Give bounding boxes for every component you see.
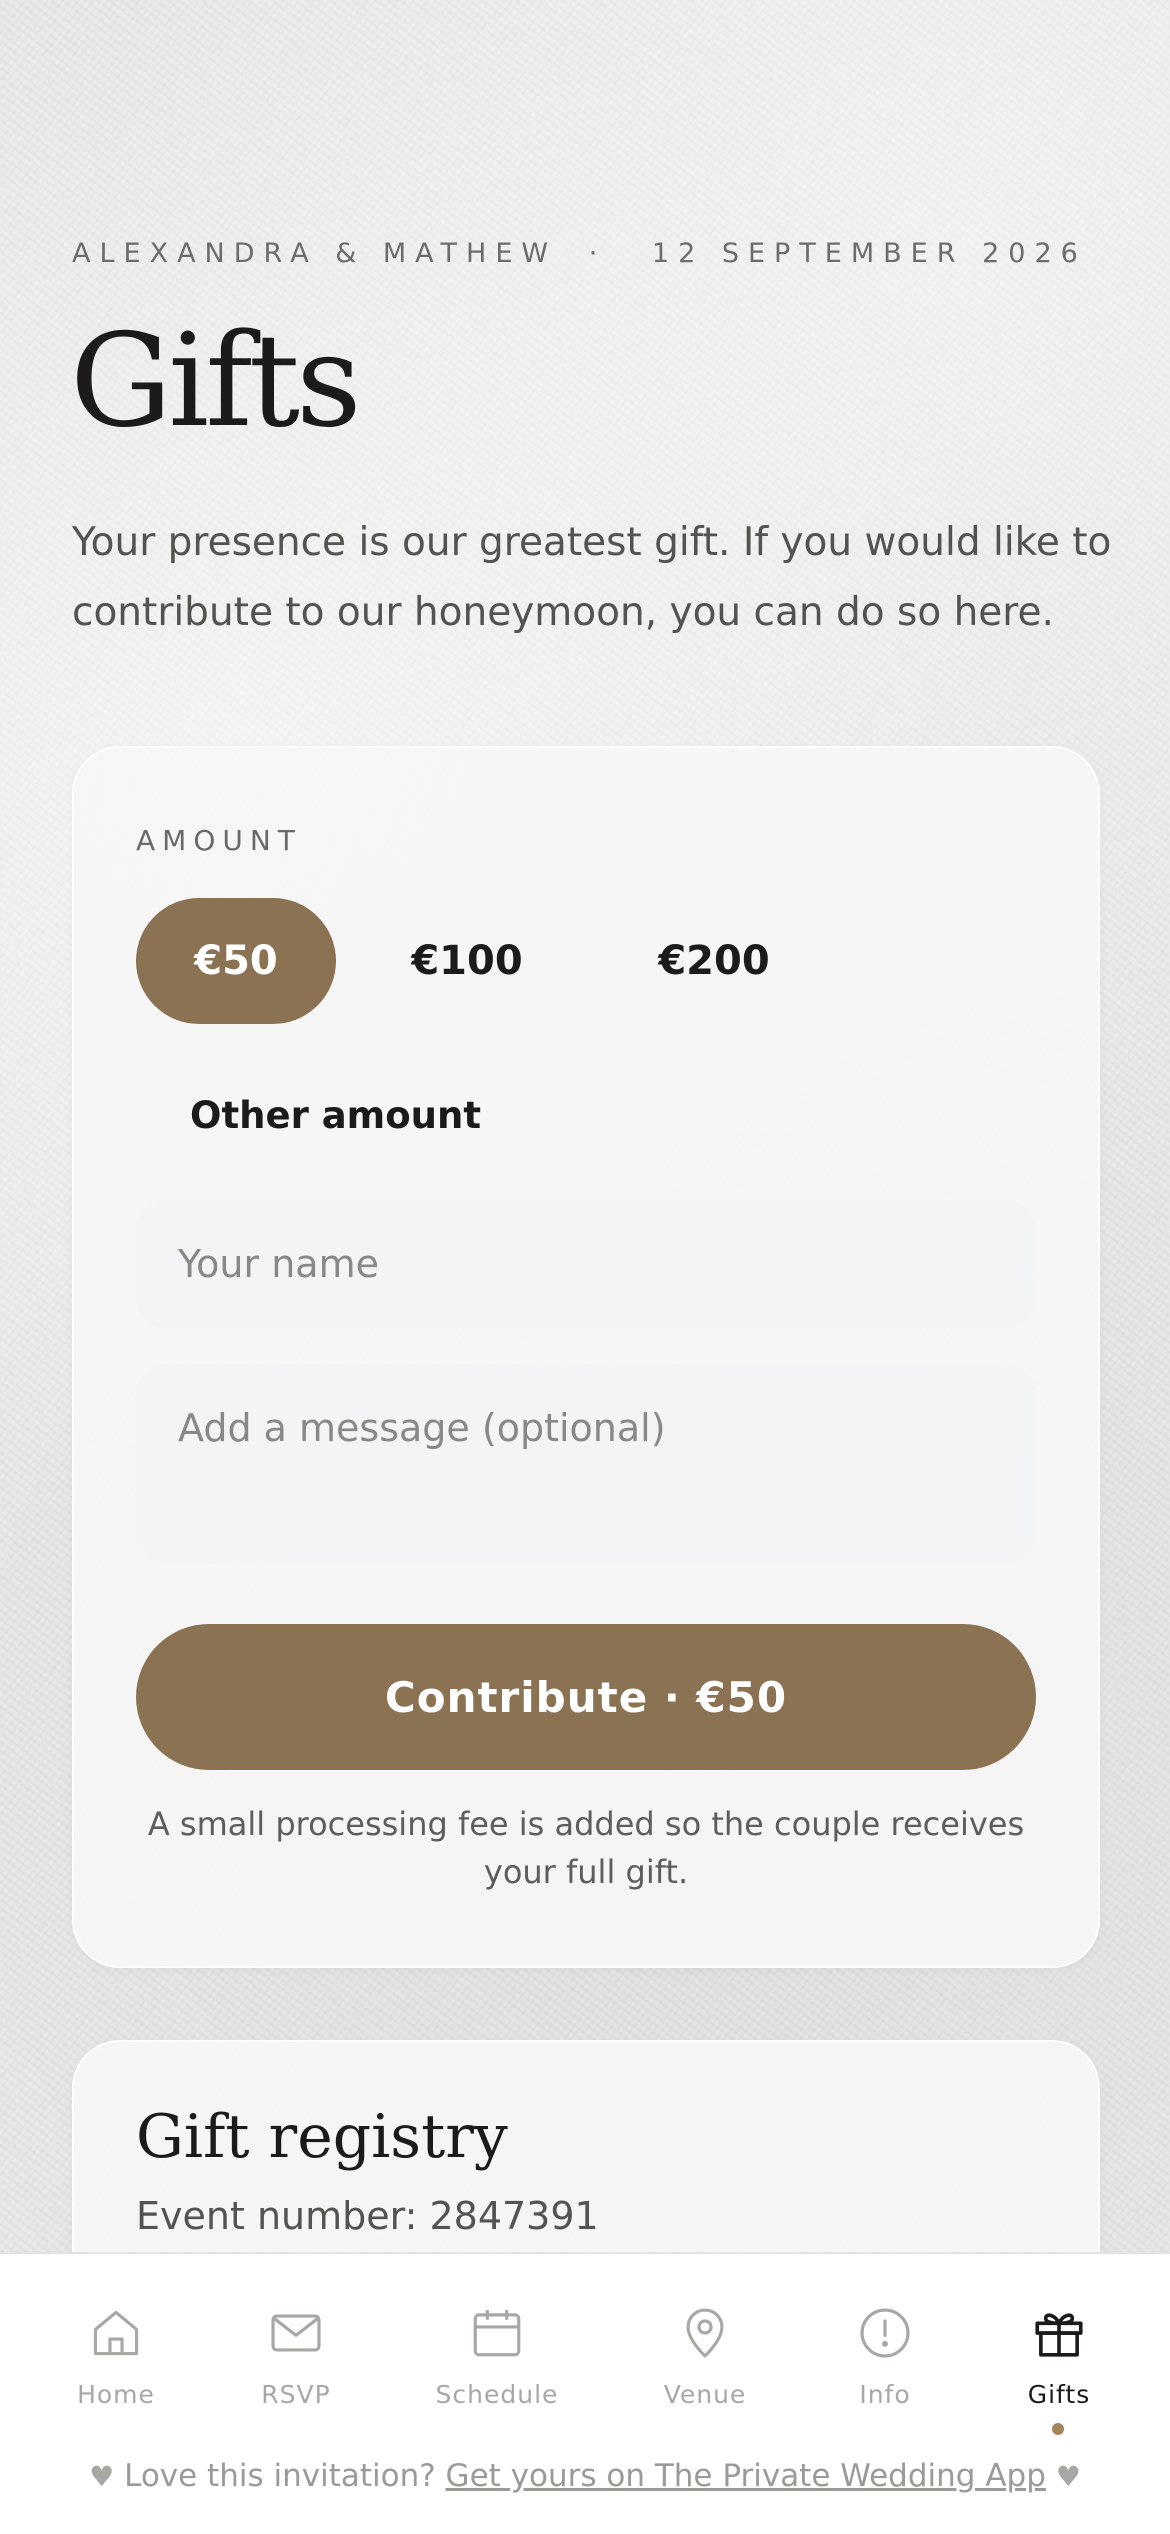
- footer-text: Love this invitation?: [124, 2458, 436, 2494]
- footer-app-link[interactable]: Get yours on The Private Wedding App: [446, 2458, 1046, 2494]
- contribute-button[interactable]: Contribute · €50: [136, 1624, 1036, 1770]
- tab-label: Gifts: [1027, 2380, 1091, 2409]
- name-input[interactable]: Your name: [136, 1200, 1036, 1328]
- tab-rsvp[interactable]: RSVP: [211, 2304, 381, 2409]
- header-separator: ·: [588, 238, 607, 269]
- processing-fee-note: A small processing fee is added so the c…: [147, 1805, 1025, 1891]
- amount-chip-50[interactable]: €50: [136, 898, 336, 1024]
- tab-label: Home: [77, 2380, 155, 2409]
- info-icon: [860, 2308, 910, 2358]
- name-placeholder: Your name: [178, 1242, 379, 1286]
- tab-gifts[interactable]: Gifts: [974, 2304, 1144, 2409]
- tab-venue[interactable]: Venue: [620, 2304, 790, 2409]
- event-header: ALEXANDRA & MATHEW · 12 SEPTEMBER 2026: [72, 238, 1087, 269]
- gift-icon: [1035, 2313, 1083, 2357]
- tab-label: Venue: [663, 2380, 747, 2409]
- wedding-date: 12 SEPTEMBER 2026: [651, 238, 1087, 269]
- page-title: Gifts: [70, 307, 362, 456]
- contribution-card: AMOUNT €50 €100 €200 Other amount Your n…: [72, 746, 1100, 1968]
- envelope-icon: [271, 2314, 321, 2352]
- home-icon: [93, 2310, 139, 2356]
- amount-label: AMOUNT: [136, 824, 302, 857]
- amount-chip-200[interactable]: €200: [604, 898, 824, 1024]
- other-amount-button[interactable]: Other amount: [136, 1070, 535, 1160]
- active-tab-indicator: [1052, 2423, 1064, 2435]
- intro-text: Your presence is our greatest gift. If y…: [72, 520, 1112, 635]
- registry-title: Gift registry: [136, 2102, 508, 2172]
- message-input[interactable]: Add a message (optional): [136, 1364, 1036, 1564]
- message-placeholder: Add a message (optional): [178, 1406, 666, 1450]
- registry-event-number: Event number: 2847391: [136, 2194, 599, 2238]
- calendar-icon: [473, 2310, 521, 2357]
- amount-chip-100[interactable]: €100: [372, 898, 562, 1024]
- tab-home[interactable]: Home: [31, 2304, 201, 2409]
- couple-names: ALEXANDRA & MATHEW: [72, 238, 558, 269]
- tab-label: RSVP: [261, 2380, 331, 2409]
- tab-info[interactable]: Info: [800, 2304, 970, 2409]
- tab-schedule[interactable]: Schedule: [412, 2304, 582, 2409]
- footer-promo: ♥ Love this invitation? Get yours on The…: [0, 2458, 1170, 2494]
- heart-icon: ♥: [1055, 2460, 1081, 2493]
- tab-label: Schedule: [435, 2380, 559, 2409]
- tab-label: Info: [859, 2380, 911, 2409]
- heart-icon: ♥: [89, 2460, 115, 2493]
- map-pin-icon: [686, 2308, 724, 2358]
